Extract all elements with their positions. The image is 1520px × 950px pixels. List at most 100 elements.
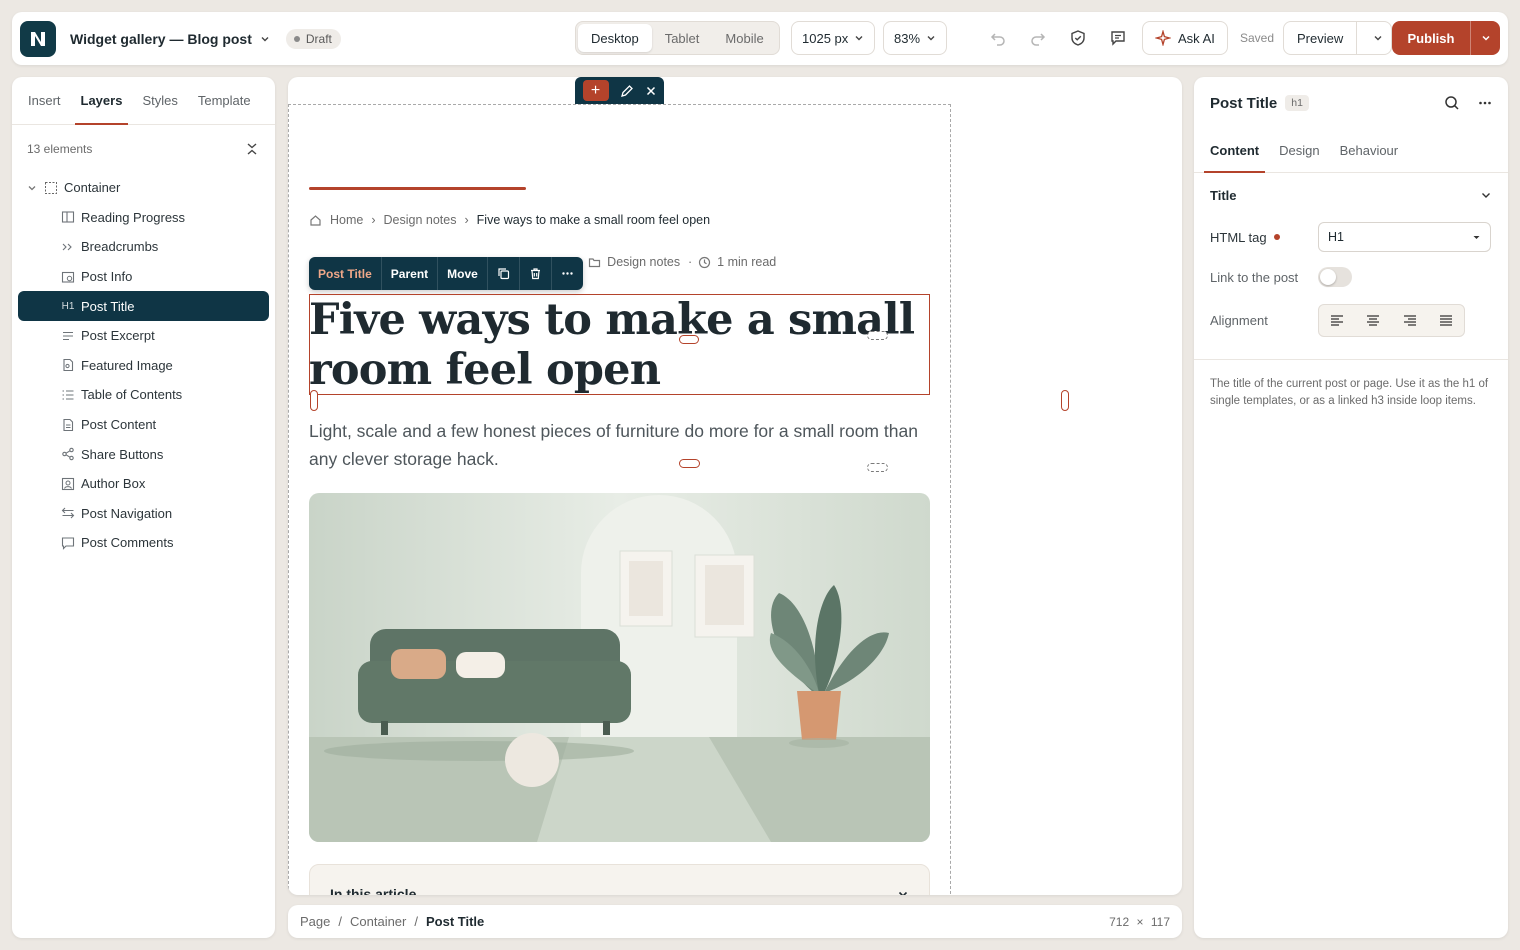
- room-illustration: [309, 493, 930, 842]
- post-excerpt[interactable]: Light, scale and a few honest pieces of …: [309, 417, 919, 473]
- shield-check-icon[interactable]: [1066, 26, 1090, 50]
- preview-button[interactable]: Preview: [1284, 22, 1358, 54]
- resize-handle-icon[interactable]: [310, 390, 318, 411]
- selection-outline: [309, 294, 930, 395]
- spacing-handle-icon[interactable]: [867, 463, 888, 472]
- layer-item[interactable]: Reading Progress: [18, 203, 269, 233]
- html-tag-select[interactable]: H1: [1318, 222, 1491, 252]
- device-tablet-button[interactable]: Tablet: [652, 24, 713, 52]
- layer-item[interactable]: Post Excerpt: [18, 321, 269, 351]
- layer-label: Reading Progress: [81, 209, 186, 225]
- left-sidebar: Insert Layers Styles Template 13 element…: [12, 77, 275, 938]
- layer-item[interactable]: Share Buttons: [18, 439, 269, 469]
- close-icon[interactable]: [645, 85, 657, 97]
- more-options-icon[interactable]: [552, 257, 583, 290]
- resize-handle-icon[interactable]: [1061, 390, 1069, 411]
- featured-image[interactable]: [309, 493, 930, 842]
- layer-item[interactable]: Featured Image: [18, 351, 269, 381]
- layer-item[interactable]: H1 Post Title: [18, 291, 269, 321]
- duplicate-icon[interactable]: [488, 257, 520, 290]
- tab-layers[interactable]: Layers: [71, 77, 133, 125]
- align-right-icon[interactable]: [1403, 313, 1417, 327]
- align-center-icon[interactable]: [1366, 313, 1380, 327]
- zoom-select[interactable]: 83%: [883, 21, 948, 55]
- breadcrumb-category[interactable]: Design notes: [384, 213, 457, 227]
- path-separator: /: [338, 914, 342, 929]
- canvas-width-select[interactable]: 1025 px: [791, 21, 876, 55]
- link-toggle[interactable]: [1318, 267, 1352, 287]
- selected-element-label[interactable]: Post Title: [309, 257, 382, 290]
- left-tabs: Insert Layers Styles Template: [12, 77, 275, 125]
- undo-icon[interactable]: [986, 26, 1010, 50]
- container-toolbar: +: [575, 77, 664, 104]
- comments-icon[interactable]: [1106, 26, 1130, 50]
- table-of-contents[interactable]: In this article: [309, 864, 930, 895]
- breadcrumb-home[interactable]: Home: [330, 213, 363, 227]
- ask-ai-button[interactable]: Ask AI: [1142, 21, 1228, 55]
- layer-item[interactable]: Breadcrumbs: [18, 232, 269, 262]
- path-page[interactable]: Page: [300, 914, 330, 929]
- html-tag-field: HTML tag H1: [1194, 217, 1508, 257]
- tab-styles[interactable]: Styles: [132, 77, 187, 124]
- more-options-icon[interactable]: [1478, 96, 1492, 110]
- add-element-button[interactable]: +: [582, 80, 609, 101]
- layer-item[interactable]: Table of Contents: [18, 380, 269, 410]
- device-desktop-button[interactable]: Desktop: [578, 24, 652, 52]
- tab-template[interactable]: Template: [188, 77, 261, 124]
- dimension-separator: ×: [1136, 914, 1144, 929]
- layer-container[interactable]: Container: [18, 173, 269, 203]
- link-field: Link to the post: [1194, 257, 1508, 297]
- select-parent-button[interactable]: Parent: [382, 257, 439, 290]
- breadcrumbs-icon: [60, 239, 76, 255]
- status-bar: Page / Container / Post Title 712 × 117: [288, 905, 1182, 938]
- layer-label: Post Comments: [81, 535, 174, 551]
- redo-icon[interactable]: [1026, 26, 1050, 50]
- resize-handle-icon[interactable]: [679, 459, 700, 468]
- status-badge-label: Draft: [305, 31, 332, 46]
- align-justify-icon[interactable]: [1439, 313, 1453, 327]
- chevron-down-icon[interactable]: [897, 888, 909, 895]
- alignment-label: Alignment: [1210, 312, 1268, 328]
- layer-item[interactable]: Post Comments: [18, 528, 269, 558]
- layer-item[interactable]: Post Info: [18, 262, 269, 292]
- path-container[interactable]: Container: [350, 914, 406, 929]
- app-logo-icon[interactable]: [20, 20, 56, 57]
- tab-content[interactable]: Content: [1200, 129, 1269, 173]
- trash-icon[interactable]: [520, 257, 552, 290]
- spacing-handle-icon[interactable]: [867, 331, 888, 340]
- tab-design[interactable]: Design: [1269, 129, 1329, 172]
- html-tag-label: HTML tag: [1210, 229, 1267, 245]
- collapse-all-icon[interactable]: [245, 142, 259, 156]
- layer-item[interactable]: Post Content: [18, 410, 269, 440]
- image-icon: [60, 357, 76, 373]
- layer-item[interactable]: Author Box: [18, 469, 269, 499]
- inspector-tabs: Content Design Behaviour: [1194, 129, 1508, 173]
- publish-button[interactable]: Publish: [1392, 31, 1470, 46]
- preview-options-button[interactable]: [1364, 22, 1391, 54]
- section-title-toggle[interactable]: Title: [1194, 173, 1508, 217]
- move-button[interactable]: Move: [438, 257, 488, 290]
- post-category[interactable]: Design notes: [607, 255, 680, 269]
- tab-insert[interactable]: Insert: [18, 77, 71, 124]
- heading-icon: H1: [61, 300, 75, 312]
- search-icon[interactable]: [1444, 95, 1460, 111]
- resize-handle-icon[interactable]: [679, 335, 699, 344]
- publish-options-button[interactable]: [1470, 21, 1500, 55]
- save-status: Saved: [1240, 31, 1275, 45]
- share-icon: [60, 446, 76, 462]
- pencil-icon[interactable]: [620, 84, 634, 98]
- element-dimensions: 712 × 117: [1109, 915, 1170, 929]
- tab-behaviour[interactable]: Behaviour: [1330, 129, 1409, 172]
- editor-canvas[interactable]: + Home › Design notes › Five ways to mak…: [288, 77, 1182, 895]
- container-icon: [45, 181, 57, 194]
- chevron-down-icon: [1481, 35, 1490, 41]
- layer-label: Featured Image: [81, 357, 173, 373]
- publish-button-group: Publish: [1392, 21, 1500, 55]
- device-mobile-button[interactable]: Mobile: [712, 24, 776, 52]
- layer-item[interactable]: Post Navigation: [18, 499, 269, 529]
- document-title-menu[interactable]: Widget gallery — Blog post: [70, 31, 270, 47]
- folder-icon: [589, 257, 601, 267]
- layer-label: Author Box: [81, 476, 146, 492]
- align-left-icon[interactable]: [1330, 313, 1344, 327]
- chevron-down-icon[interactable]: [26, 182, 38, 194]
